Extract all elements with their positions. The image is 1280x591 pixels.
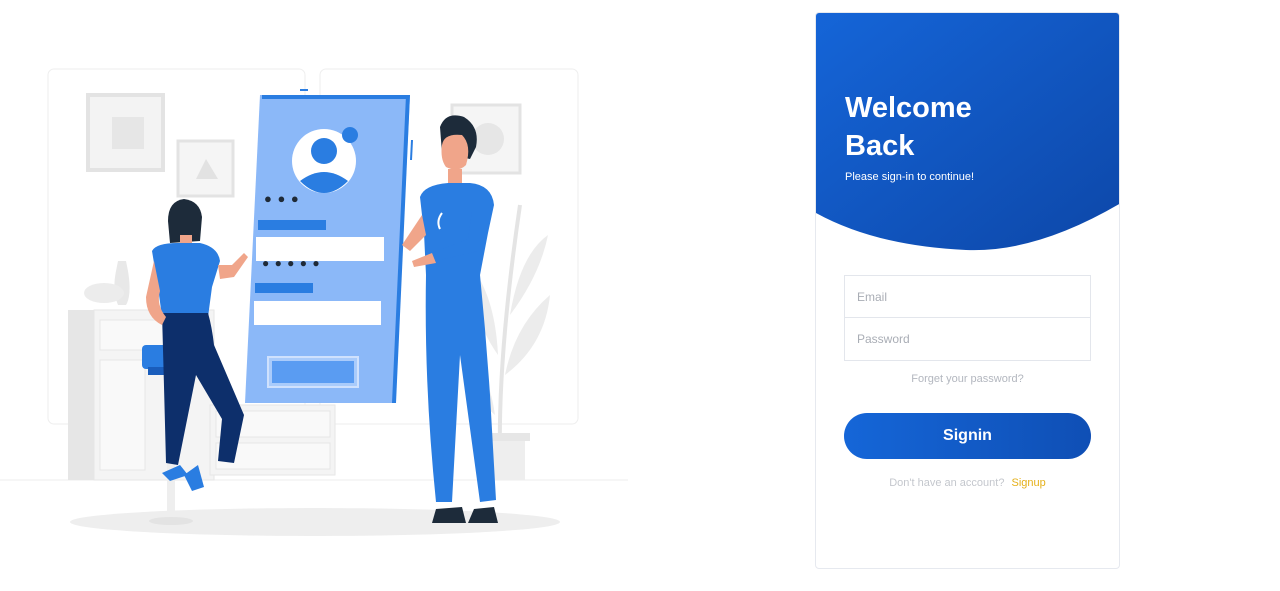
pin-dots: ● ● ● — [264, 191, 300, 206]
email-field[interactable] — [844, 275, 1091, 318]
signup-row: Don't have an account? Signup — [816, 477, 1119, 489]
signin-button[interactable]: Signin — [844, 413, 1091, 459]
login-illustration-graphic — [0, 68, 628, 536]
login-illustration: ● ● ● ● ● ● ● ● — [0, 55, 640, 555]
welcome-header: Welcome Back Please sign-in to continue! — [816, 13, 1119, 263]
password-dots: ● ● ● ● ● — [262, 256, 321, 270]
welcome-subtitle: Please sign-in to continue! — [845, 171, 975, 183]
no-account-text: Don't have an account? — [889, 477, 1005, 489]
signup-link[interactable]: Signup — [1012, 477, 1046, 489]
forgot-password-link[interactable]: Forget your password? — [816, 373, 1119, 385]
welcome-title: Welcome Back — [845, 92, 972, 162]
login-card: Welcome Back Please sign-in to continue!… — [815, 12, 1120, 569]
password-field[interactable] — [844, 318, 1091, 361]
